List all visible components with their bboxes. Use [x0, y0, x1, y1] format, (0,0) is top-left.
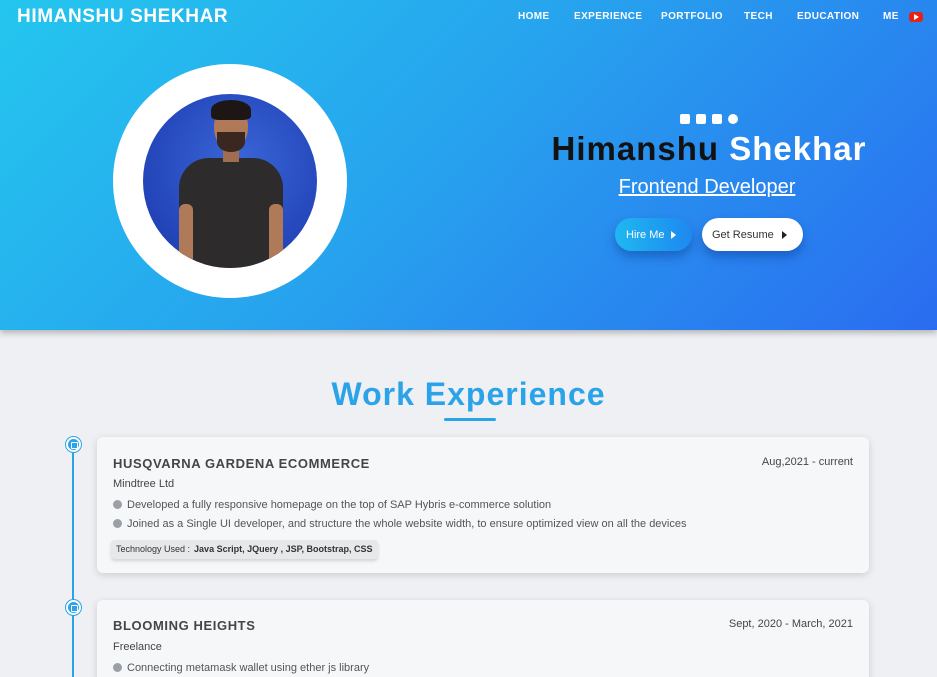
technology-list: Java Script, JQuery , JSP, Bootstrap, CS… — [194, 544, 373, 554]
globe-icon[interactable] — [728, 114, 738, 124]
youtube-icon[interactable] — [909, 12, 923, 22]
experience-card: HUSQVARNA GARDENA ECOMMERCE Aug,2021 - c… — [97, 437, 869, 573]
experience-company: Mindtree Ltd — [113, 478, 175, 490]
nav-portfolio[interactable]: PORTFOLIO — [661, 11, 723, 22]
nav-experience[interactable]: EXPERIENCE — [574, 11, 642, 22]
calendar-icon — [66, 600, 81, 615]
hero-last-name: Shekhar — [729, 130, 867, 167]
nav-home[interactable]: HOME — [518, 11, 550, 22]
caret-right-icon — [671, 231, 676, 239]
experience-title: BLOOMING HEIGHTS — [113, 618, 256, 633]
experience-card: BLOOMING HEIGHTS Sept, 2020 - March, 202… — [97, 600, 869, 677]
experience-point: Connecting metamask wallet using ether j… — [113, 662, 369, 674]
youtube-icon[interactable] — [680, 114, 690, 124]
section-title: Work Experience — [331, 376, 606, 412]
check-circle-icon — [113, 663, 122, 672]
experience-title: HUSQVARNA GARDENA ECOMMERCE — [113, 456, 370, 471]
instagram-icon[interactable] — [696, 114, 706, 124]
experience-date: Sept, 2020 - March, 2021 — [728, 618, 853, 630]
experience-company: Freelance — [113, 641, 162, 653]
nav-tech[interactable]: TECH — [744, 11, 773, 22]
experience-point: Joined as a Single UI developer, and str… — [113, 518, 687, 530]
social-links — [680, 114, 740, 124]
check-circle-icon — [113, 519, 122, 528]
main-nav: HOME EXPERIENCE PORTFOLIO TECH EDUCATION… — [0, 11, 937, 25]
timeline-line — [72, 444, 74, 677]
check-circle-icon — [113, 500, 122, 509]
hero-banner: HIMANSHU SHEKHAR HOME EXPERIENCE PORTFOL… — [0, 0, 937, 330]
nav-me[interactable]: ME — [883, 11, 899, 22]
nav-education[interactable]: EDUCATION — [797, 11, 859, 22]
technology-label: Technology Used : — [116, 544, 191, 554]
caret-right-icon — [782, 231, 787, 239]
hero-first-name: Himanshu — [551, 130, 720, 167]
linkedin-icon[interactable] — [712, 114, 722, 124]
hire-me-button[interactable]: Hire Me — [615, 218, 692, 251]
technology-chip: Technology Used : Java Script, JQuery , J… — [111, 540, 379, 559]
experience-date: Aug,2021 - current — [761, 456, 853, 468]
hero-name: Himanshu Shekhar — [500, 130, 918, 168]
get-resume-button[interactable]: Get Resume — [702, 218, 803, 251]
profile-photo — [143, 94, 317, 268]
title-underline — [444, 418, 496, 421]
hire-me-label: Hire Me — [626, 228, 665, 241]
calendar-icon — [66, 437, 81, 452]
get-resume-label: Get Resume — [712, 228, 774, 241]
hero-role: Frontend Developer — [618, 176, 796, 198]
experience-point: Developed a fully responsive homepage on… — [113, 499, 551, 511]
profile-photo-frame — [113, 64, 347, 298]
